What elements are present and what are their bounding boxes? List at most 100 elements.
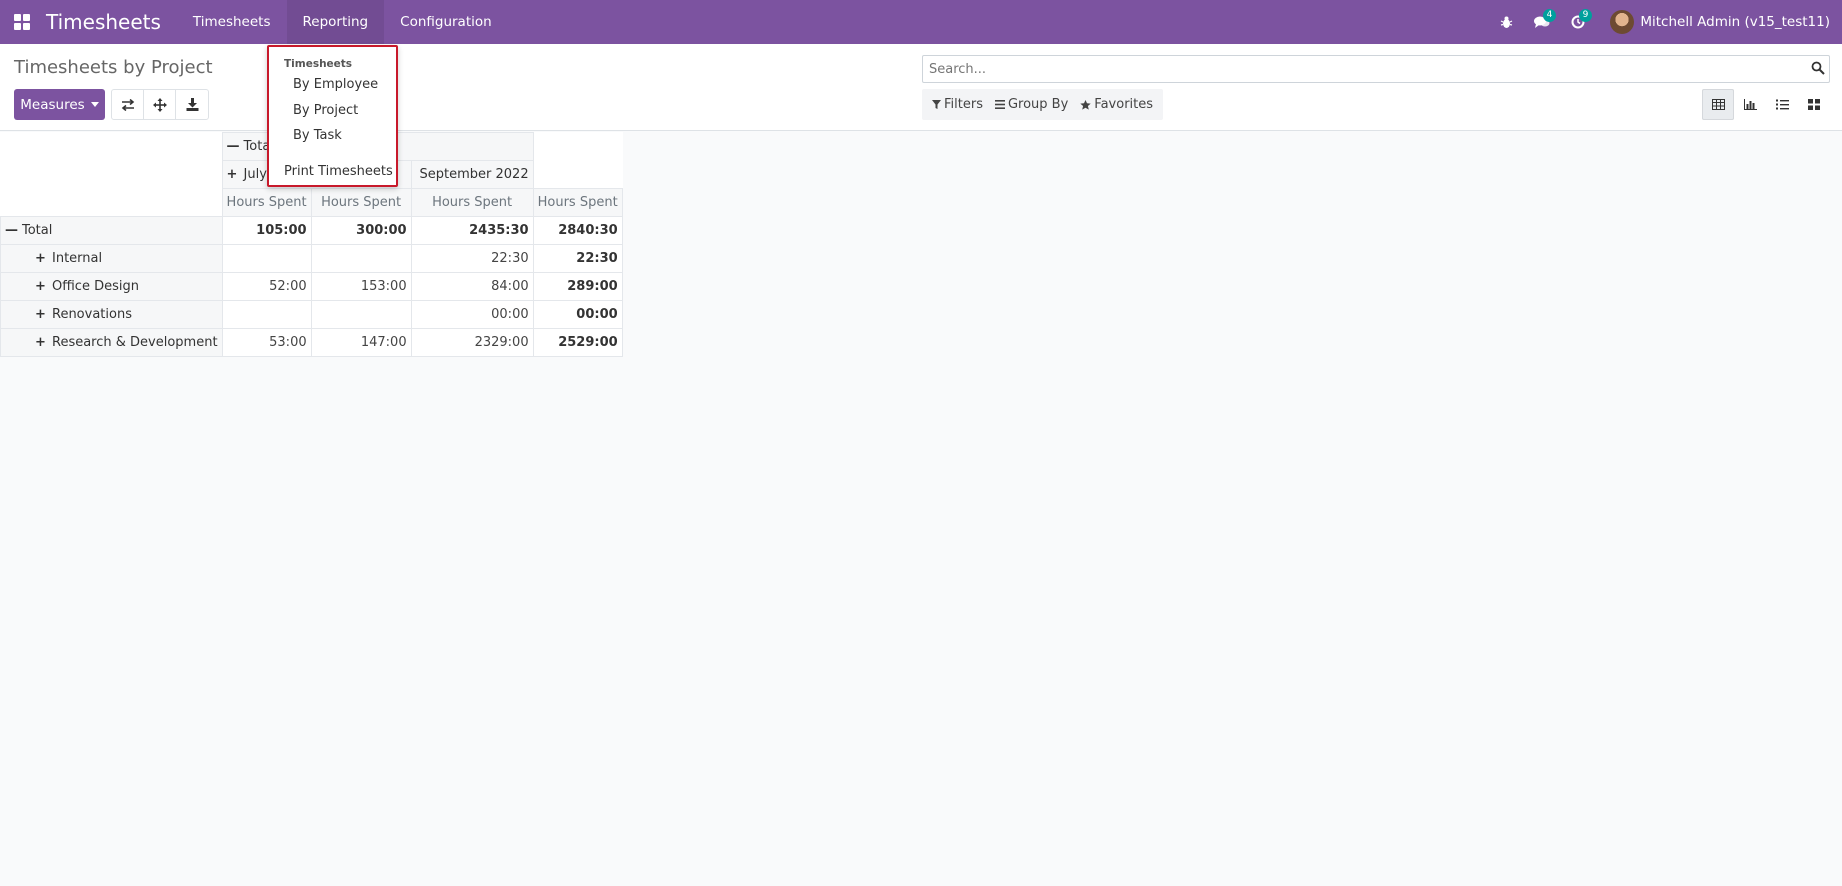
bar-chart-icon — [1743, 99, 1757, 110]
pivot-cell[interactable] — [221, 300, 312, 329]
pivot-cell[interactable]: 52:00 — [221, 272, 312, 301]
pivot-cell[interactable]: 2840:30 — [532, 216, 623, 245]
messages-icon[interactable]: 4 — [1524, 0, 1560, 44]
kanban-icon — [1808, 99, 1820, 110]
table-row: + Research & Development 53:00 147:00 232… — [0, 328, 623, 357]
debug-bug-icon[interactable] — [1488, 0, 1524, 44]
user-name: Mitchell Admin (v15_test11) — [1640, 14, 1830, 30]
row-label: Renovations — [52, 307, 132, 322]
pivot-cell[interactable]: 289:00 — [532, 272, 623, 301]
pivot-cell[interactable]: 300:00 — [310, 216, 412, 245]
measure-header[interactable]: Hours Spent — [410, 188, 534, 217]
list-view-button[interactable] — [1766, 89, 1798, 120]
flip-axis-button[interactable] — [112, 90, 144, 119]
search-icon[interactable] — [1811, 61, 1825, 75]
filters-label: Filters — [944, 97, 983, 112]
pivot-corner — [0, 132, 223, 217]
apps-menu-icon[interactable] — [0, 0, 44, 44]
activities-clock-icon[interactable]: 9 — [1560, 0, 1596, 44]
star-icon — [1080, 99, 1091, 110]
row-header-internal[interactable]: + Internal — [0, 244, 223, 273]
favorites-label: Favorites — [1094, 97, 1154, 112]
search-box — [922, 55, 1830, 83]
bars-icon — [994, 100, 1005, 109]
table-row: + Internal 22:30 22:30 — [0, 244, 623, 273]
download-icon — [186, 98, 198, 111]
favorites-button[interactable]: Favorites — [1074, 97, 1159, 112]
collapse-icon: — — [226, 139, 240, 154]
search-options: Filters Group By Favorites — [922, 89, 1164, 120]
pivot-cell[interactable]: 00:00 — [410, 300, 534, 329]
pivot-view-button[interactable] — [1702, 89, 1734, 120]
filters-button[interactable]: Filters — [926, 97, 989, 112]
menu-reporting[interactable]: Reporting — [286, 0, 385, 44]
pivot-cell[interactable] — [310, 244, 412, 273]
page-title: Timesheets by Project — [14, 57, 213, 78]
col-header-label: September 2022 — [419, 167, 529, 182]
measure-header[interactable]: Hours Spent — [310, 188, 412, 217]
reporting-dropdown: Timesheets By Employee By Project By Tas… — [267, 45, 398, 187]
pivot-cell[interactable] — [310, 300, 412, 329]
col-header-spacer — [533, 132, 623, 189]
view-switcher — [1702, 89, 1830, 120]
measures-label: Measures — [20, 96, 85, 113]
pivot-cell[interactable]: 2529:00 — [532, 328, 623, 357]
graph-view-button[interactable] — [1734, 89, 1766, 120]
group-by-label: Group By — [1007, 97, 1069, 112]
row-header-research-development[interactable]: + Research & Development — [0, 328, 223, 357]
expand-icon: + — [226, 167, 238, 182]
pivot-cell[interactable]: 2435:30 — [410, 216, 534, 245]
filter-icon — [932, 100, 941, 109]
table-row: + Renovations 00:00 00:00 — [0, 300, 623, 329]
col-header-september[interactable]: September 2022 — [410, 160, 534, 189]
avatar — [1610, 10, 1635, 34]
menu-timesheets[interactable]: Timesheets — [177, 0, 287, 44]
arrows-icon — [152, 97, 167, 112]
table-icon — [1711, 99, 1725, 110]
row-header-total[interactable]: — Total — [0, 216, 223, 245]
measure-header[interactable]: Hours Spent — [532, 188, 623, 217]
menu-item-by-task[interactable]: By Task — [293, 128, 342, 143]
top-navbar: Timesheets Timesheets Reporting Configur… — [0, 0, 1842, 44]
row-label: Office Design — [52, 279, 139, 294]
pivot-cell[interactable]: 84:00 — [410, 272, 534, 301]
pivot-cell[interactable]: 22:30 — [532, 244, 623, 273]
exchange-icon — [121, 98, 134, 111]
group-by-button[interactable]: Group By — [989, 97, 1074, 112]
kanban-view-button[interactable] — [1798, 89, 1830, 120]
list-icon — [1775, 99, 1789, 110]
menu-item-by-employee[interactable]: By Employee — [293, 77, 378, 92]
row-label: Total — [22, 223, 53, 238]
row-header-renovations[interactable]: + Renovations — [0, 300, 223, 329]
pivot-cell[interactable]: 53:00 — [221, 328, 312, 357]
row-label: Research & Development — [52, 335, 218, 350]
collapse-icon: — — [5, 223, 18, 238]
dropdown-section-header: Timesheets — [284, 58, 353, 70]
search-input[interactable] — [923, 56, 1793, 82]
measure-header[interactable]: Hours Spent — [221, 188, 312, 217]
expand-icon: + — [35, 307, 46, 322]
pivot-cell[interactable]: 147:00 — [310, 328, 412, 357]
menu-item-print-timesheets[interactable]: Print Timesheets — [284, 164, 393, 179]
table-row: — Total 105:00 300:00 2435:30 2840:30 — [0, 216, 623, 245]
messages-count-badge: 4 — [1542, 9, 1557, 22]
activities-count-badge: 9 — [1578, 9, 1593, 22]
row-label: Internal — [52, 251, 103, 266]
expand-icon: + — [35, 251, 46, 266]
row-header-office-design[interactable]: + Office Design — [0, 272, 223, 301]
caret-down-icon — [90, 102, 99, 107]
pivot-cell[interactable]: 00:00 — [532, 300, 623, 329]
pivot-cell[interactable]: 22:30 — [410, 244, 534, 273]
app-title[interactable]: Timesheets — [46, 10, 161, 34]
pivot-cell[interactable]: 153:00 — [310, 272, 412, 301]
menu-configuration[interactable]: Configuration — [384, 0, 508, 44]
pivot-actions — [111, 89, 209, 120]
pivot-cell[interactable] — [221, 244, 312, 273]
measures-button[interactable]: Measures — [14, 89, 105, 120]
download-button[interactable] — [176, 90, 208, 119]
pivot-cell[interactable]: 105:00 — [221, 216, 312, 245]
menu-item-by-project[interactable]: By Project — [293, 103, 358, 118]
pivot-cell[interactable]: 2329:00 — [410, 328, 534, 357]
user-menu[interactable]: Mitchell Admin (v15_test11) — [1610, 10, 1830, 34]
expand-all-button[interactable] — [144, 90, 176, 119]
